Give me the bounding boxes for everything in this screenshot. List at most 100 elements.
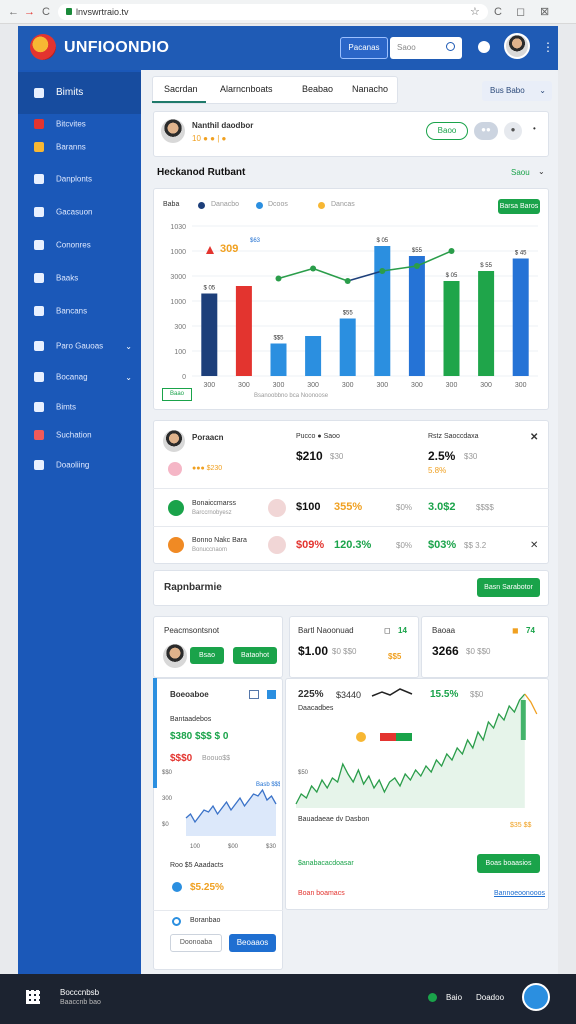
line-point[interactable]: [413, 263, 420, 269]
filter-button[interactable]: Pacanas: [340, 37, 388, 59]
bottom-card-sub: $0 $$0: [466, 647, 491, 656]
profile-pill[interactable]: Baoo: [426, 122, 468, 140]
stat-value: $0%: [396, 541, 413, 550]
info-icon: [172, 882, 182, 892]
y-tick-label: $$0: [162, 770, 173, 776]
x-tick-label: 100: [190, 844, 201, 850]
bar[interactable]: [235, 286, 252, 376]
bar[interactable]: [408, 256, 425, 376]
reload-alt-icon[interactable]: C: [494, 5, 502, 19]
search-icon[interactable]: [446, 42, 455, 51]
reload-icon[interactable]: C: [42, 5, 50, 19]
tab-beabao[interactable]: Beabao: [302, 84, 333, 94]
bookmark-icon[interactable]: ☆: [470, 5, 480, 19]
sidebar-item-paro-gauoas[interactable]: Paro Gauoas ⌄: [34, 341, 138, 357]
start-menu-icon[interactable]: [26, 990, 40, 1004]
bar[interactable]: [512, 258, 529, 377]
view-dropdown[interactable]: Bus Babo ⌄: [482, 81, 552, 101]
sidebar-item-label: Paro Gauoas: [56, 341, 104, 351]
bird-icon: [34, 273, 44, 283]
status-dot-icon: [268, 499, 286, 517]
sidebar-item-gacasuon[interactable]: Gacasuon: [34, 207, 138, 223]
profile-more-icon[interactable]: •: [533, 124, 536, 133]
legend-item: Danacbo: [211, 201, 240, 208]
section-action[interactable]: Saou: [511, 168, 530, 177]
line-point[interactable]: [275, 275, 282, 282]
sidebar-item-danplonts[interactable]: Danplonts: [34, 174, 138, 190]
market-foot-button[interactable]: Boas boaasios: [477, 854, 540, 873]
url-bar[interactable]: lnvswrtraio.tv: [58, 4, 488, 20]
sidebar-item-bocanag[interactable]: Bocanag ⌄: [34, 372, 138, 388]
taskbar-app-label[interactable]: Bocccnbsb: [60, 988, 99, 997]
line-point[interactable]: [344, 278, 351, 284]
logo-icon: [30, 34, 56, 60]
user-avatar[interactable]: [504, 33, 530, 59]
profile-name: Nanthil daodbor: [192, 121, 254, 130]
sidebar-item-bancans[interactable]: Bancans: [34, 306, 138, 322]
market-foot-link[interactable]: Bannoeoonooos: [494, 890, 545, 897]
bar-value-label: $ 05: [203, 286, 215, 292]
profile-toggle-button[interactable]: ●●: [474, 122, 498, 140]
bottom-card-btn[interactable]: Bataohot: [233, 647, 277, 664]
bar[interactable]: [201, 293, 218, 377]
section2-action-button[interactable]: Basn Sarabotor: [477, 578, 540, 597]
bar[interactable]: [270, 343, 287, 377]
bottom-card-badge: $$5: [388, 652, 402, 661]
forward-icon[interactable]: →: [24, 5, 35, 19]
minimize-icon[interactable]: ◻: [516, 5, 525, 19]
sidebar-item-cononres[interactable]: Cononres: [34, 240, 138, 256]
brush-icon: [34, 207, 44, 217]
settings-icon[interactable]: [267, 690, 276, 699]
sidebar-item-label: Bocanag: [56, 372, 88, 382]
check-icon: [168, 500, 184, 516]
chart-action-button[interactable]: Barsa Baros: [498, 199, 540, 214]
more-icon[interactable]: ⋮: [542, 40, 554, 54]
stat-col3-label: Rstz Saoccdaxa: [428, 433, 479, 440]
close-window-icon[interactable]: ⊠: [540, 5, 549, 19]
tab-sacrdan[interactable]: Sacrdan: [164, 84, 198, 94]
sidebar-item-label: Danplonts: [56, 174, 93, 184]
back-icon[interactable]: ←: [8, 5, 19, 19]
tab-nanacho[interactable]: Nanacho: [352, 84, 388, 94]
sidebar-item-doaoliing[interactable]: Doaoliing: [34, 460, 138, 476]
bar[interactable]: [339, 318, 356, 377]
calendar-icon: [34, 341, 44, 351]
sidebar-item-baranns[interactable]: Baranns: [34, 142, 138, 158]
bar[interactable]: [478, 271, 495, 376]
line-point[interactable]: [448, 248, 455, 254]
sidebar: [18, 70, 141, 974]
notification-icon[interactable]: [478, 41, 490, 53]
line-point[interactable]: [379, 268, 386, 274]
market-foot-left: $anabacacdoasar: [298, 860, 354, 867]
legend-item: Dcoos: [268, 201, 288, 208]
bottom-card-icon-num: 74: [526, 626, 535, 635]
tab-alarncnboats[interactable]: Alarncnboats: [220, 84, 273, 94]
profile-action-button[interactable]: ●: [504, 122, 522, 140]
bar[interactable]: [374, 246, 391, 376]
sidebar-item-suchation[interactable]: Suchation: [34, 430, 138, 446]
divider: [153, 526, 549, 527]
assistant-icon[interactable]: [522, 983, 550, 1011]
sidebar-item-bimits[interactable]: Bimits: [34, 87, 138, 103]
cancel-button[interactable]: Doonoaba: [170, 934, 222, 952]
radio-icon[interactable]: [172, 917, 181, 926]
close-icon[interactable]: ✕: [530, 540, 538, 551]
line-point[interactable]: [310, 265, 317, 272]
bottom-card-btn[interactable]: Bsao: [190, 647, 224, 664]
bar[interactable]: [443, 281, 460, 376]
y-tick-label: 1000: [170, 299, 186, 306]
x-tick-label: 300: [342, 382, 354, 389]
confirm-button[interactable]: Beoaaos: [229, 934, 276, 952]
y-tick-label: 1030: [170, 224, 186, 231]
x-tick-label: $30: [266, 844, 277, 850]
x-tick-label: 300: [307, 382, 319, 389]
sidebar-item-bitcvites[interactable]: Bitcvites: [34, 119, 138, 135]
alert-icon: [168, 537, 184, 553]
sidebar-item-bimts[interactable]: Bimts: [34, 402, 138, 418]
bar[interactable]: [305, 336, 322, 376]
expand-icon[interactable]: [249, 690, 259, 699]
sidebar-item-baaks[interactable]: Baaks: [34, 273, 138, 289]
server-icon: [34, 460, 44, 470]
close-icon[interactable]: ✕: [530, 432, 538, 443]
y-tick-label: 100: [174, 349, 186, 356]
